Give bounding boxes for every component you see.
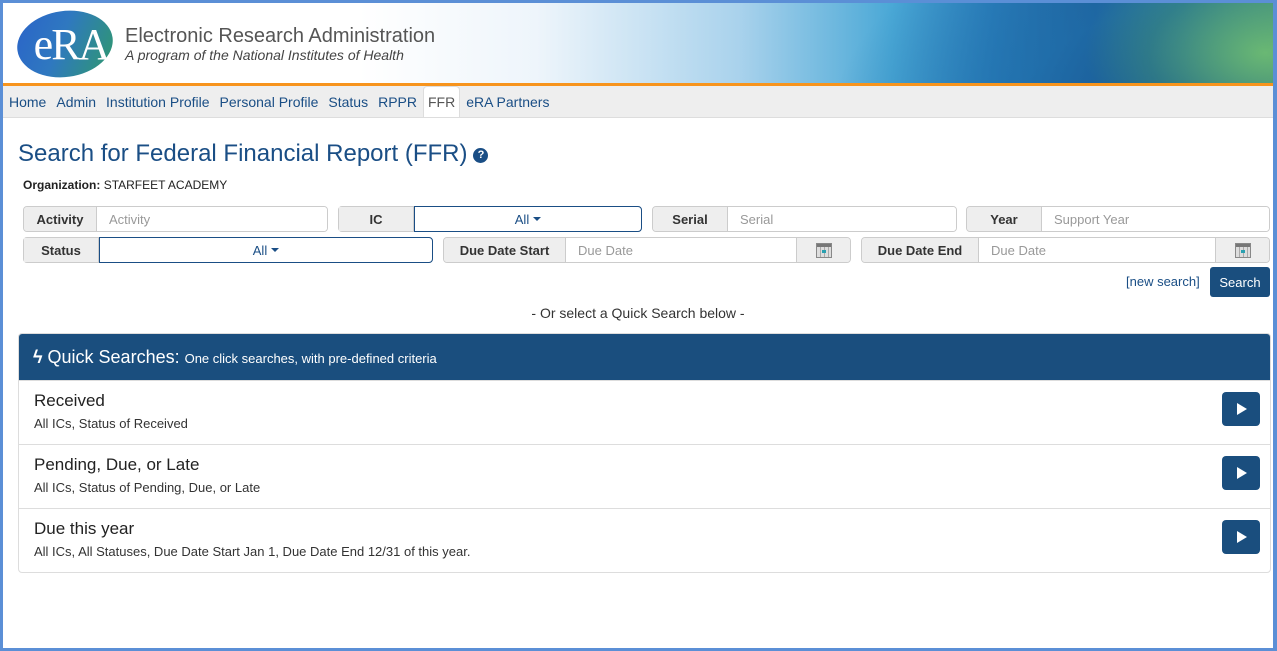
ic-select-value: All: [514, 211, 530, 227]
run-quick-search-button[interactable]: [1222, 456, 1260, 490]
serial-field: Serial: [652, 206, 957, 232]
main-nav: Home Admin Institution Profile Personal …: [3, 86, 1273, 118]
due-date-start-calendar-button[interactable]: [796, 238, 850, 262]
ic-field: IC All: [338, 206, 642, 232]
quick-search-desc: All ICs, All Statuses, Due Date Start Ja…: [34, 544, 471, 559]
help-icon[interactable]: ?: [473, 148, 489, 163]
new-search-link[interactable]: [new search]: [1126, 274, 1200, 289]
banner-decoration: [1083, 3, 1273, 83]
serial-input[interactable]: [728, 207, 956, 231]
quick-searches-header: ϟ Quick Searches: One click searches, wi…: [19, 334, 1270, 380]
quick-search-name: Received: [34, 391, 105, 410]
header-banner: eRA Electronic Research Administration A…: [3, 3, 1273, 83]
nav-admin[interactable]: Admin: [52, 87, 100, 117]
year-field: Year: [966, 206, 1270, 232]
due-date-start-label: Due Date Start: [444, 238, 566, 262]
quick-search-item-pending[interactable]: Pending, Due, or Late All ICs, Status of…: [19, 444, 1270, 508]
nav-personal-profile[interactable]: Personal Profile: [216, 87, 323, 117]
nav-status[interactable]: Status: [324, 87, 372, 117]
quick-search-item-received[interactable]: Received All ICs, Status of Received: [19, 380, 1270, 444]
organization-value: STARFEET ACADEMY: [103, 178, 228, 192]
activity-field: Activity: [23, 206, 328, 232]
page-title-text: Search for Federal Financial Report (FFR…: [18, 140, 468, 167]
status-select-value: All: [252, 242, 268, 258]
quick-search-name: Pending, Due, or Late: [34, 455, 200, 474]
due-date-end-input[interactable]: [979, 238, 1215, 262]
ic-label: IC: [339, 207, 414, 231]
due-date-end-label: Due Date End: [862, 238, 979, 262]
quick-search-desc: All ICs, Status of Received: [34, 416, 188, 431]
caret-down-icon: [533, 217, 542, 221]
quick-search-item-due-this-year[interactable]: Due this year All ICs, All Statuses, Due…: [19, 508, 1270, 572]
nav-ffr[interactable]: FFR: [422, 86, 461, 117]
status-label: Status: [24, 238, 99, 262]
activity-label: Activity: [24, 207, 97, 231]
nav-institution-profile[interactable]: Institution Profile: [102, 87, 214, 117]
banner-title: Electronic Research Administration: [125, 25, 436, 47]
bolt-icon: ϟ: [33, 346, 43, 367]
nav-home[interactable]: Home: [5, 87, 50, 117]
quick-search-hint: - Or select a Quick Search below -: [531, 305, 745, 321]
quick-searches-title: Quick Searches:: [47, 346, 180, 367]
play-icon: [1237, 403, 1247, 415]
due-date-start-input[interactable]: [566, 238, 796, 262]
due-date-start-field: Due Date Start: [443, 237, 851, 263]
nav-rppr[interactable]: RPPR: [374, 87, 421, 117]
status-field: Status All: [23, 237, 433, 263]
due-date-end-field: Due Date End: [861, 237, 1270, 263]
run-quick-search-button[interactable]: [1222, 392, 1260, 426]
year-label: Year: [967, 207, 1042, 231]
organization-label: Organization:: [23, 178, 101, 192]
organization-info: Organization: STARFEET ACADEMY: [23, 178, 227, 192]
nav-era-partners[interactable]: eRA Partners: [462, 87, 553, 117]
era-logo-text: eRA: [33, 20, 111, 69]
calendar-icon: [815, 242, 832, 258]
activity-input[interactable]: [97, 207, 327, 231]
quick-searches-panel: ϟ Quick Searches: One click searches, wi…: [18, 333, 1271, 573]
caret-down-icon: [271, 248, 280, 252]
quick-search-desc: All ICs, Status of Pending, Due, or Late: [34, 480, 261, 495]
search-button[interactable]: Search: [1210, 267, 1270, 297]
banner-subtitle: A program of the National Institutes of …: [125, 47, 404, 63]
year-input[interactable]: [1042, 207, 1269, 231]
app-frame: eRA Electronic Research Administration A…: [3, 3, 1273, 648]
calendar-icon: [1234, 242, 1251, 258]
play-icon: [1237, 467, 1247, 479]
ic-select[interactable]: All: [414, 206, 642, 232]
quick-search-name: Due this year: [34, 519, 135, 538]
serial-label: Serial: [653, 207, 728, 231]
due-date-end-calendar-button[interactable]: [1215, 238, 1269, 262]
page-title: Search for Federal Financial Report (FFR…: [18, 140, 489, 168]
run-quick-search-button[interactable]: [1222, 520, 1260, 554]
play-icon: [1237, 531, 1247, 543]
status-select[interactable]: All: [99, 237, 433, 263]
quick-searches-subtitle: One click searches, with pre-defined cri…: [184, 351, 437, 366]
